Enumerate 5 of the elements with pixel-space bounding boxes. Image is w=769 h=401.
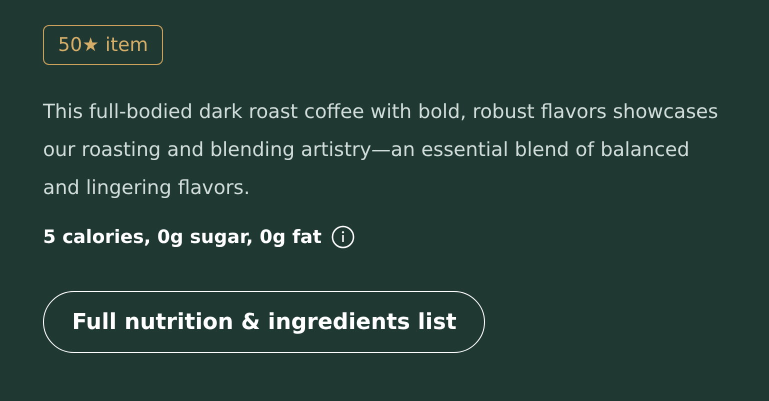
product-description: This full-bodied dark roast coffee with bold, robust flavors showcases our roasting and blending artistry—an essential blend of balanced and lingering flavors. [43, 99, 720, 201]
info-icon[interactable] [330, 225, 355, 249]
nutrition-button[interactable]: Full nutrition & ingredients list [43, 291, 486, 353]
star-item-badge: 50★ item [43, 25, 164, 65]
nutrition-summary: 5 calories, 0g sugar, 0g fat [43, 226, 322, 248]
